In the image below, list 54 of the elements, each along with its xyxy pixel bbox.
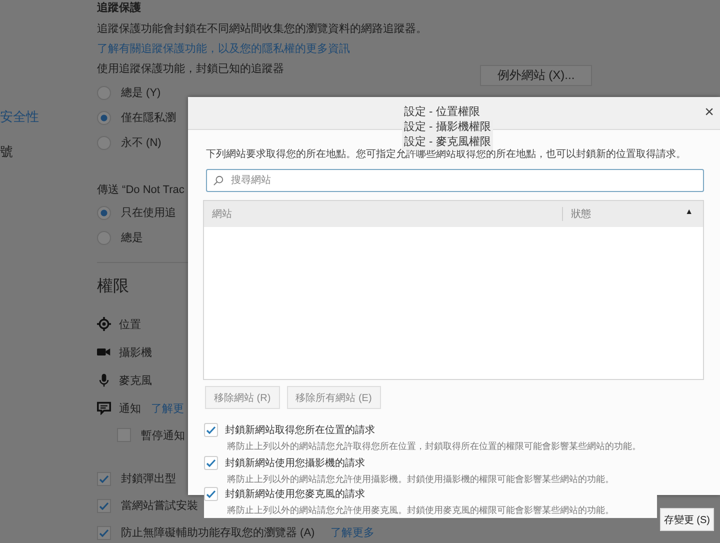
chat-bubble-icon [97,401,111,415]
permission-label: 通知 [119,402,141,416]
checkbox-label: 封鎖彈出型 [121,472,176,486]
radio-label: 總是 [121,231,143,245]
checkbox-label: 暫停通知 [141,428,185,442]
dialog-title: 設定 - 麥克風權限 [402,135,493,150]
radio-label: 僅在隱私瀏 [121,111,176,125]
section-heading: 追蹤保護 [97,0,141,16]
remove-button[interactable]: 移除網站 (R) [205,386,280,409]
learn-more-link[interactable]: 了解有關追蹤保護功能，以及您的隱私權的更多資訊 [97,43,350,55]
location-icon [97,317,111,331]
radio-button[interactable] [97,110,111,124]
search-field[interactable]: 搜尋網站 [206,169,704,192]
option-note: 將防止上列以外的網站請您允許使用麥克風。封鎖使用麥克風的權限可能會影響某些網站的功能。 [226,504,615,517]
checkbox[interactable] [97,526,111,540]
checkbox-label: 封鎖新網站取得您所在位置的請求 [225,424,375,436]
prompt-text: 使用追蹤保護功能，封鎖已知的追蹤器 [97,62,284,76]
sidebar-item[interactable]: 號 [0,143,97,161]
save-button[interactable]: 存變更 (S) [660,508,714,531]
sort-arrow[interactable]: ▲ [685,207,693,221]
permission-label: 位置 [119,318,141,332]
learn-more-link[interactable]: 了解更多 [330,525,375,540]
option-note: 將防止上列以外的網站請您允許取得您所在位置，封鎖取得所在位置的權限可能會影響某些網站的功能。 [226,440,641,453]
radio-label: 總是 (Y) [121,86,161,100]
search-icon [213,175,224,186]
section-heading: 傳送 “Do Not Trac [97,183,184,198]
description-text: 追蹤保護功能會封鎖在不同網站間收集您的瀏覽資料的網路追蹤器。 [97,22,427,36]
checkbox[interactable] [117,428,131,442]
dialog-title: 設定 - 位置權限 [403,105,481,120]
checkbox-label: 封鎖新網站使用您攝影機的請求 [225,456,365,470]
learn-more-link[interactable]: 了解更 [151,400,184,416]
radio-button[interactable] [97,230,111,244]
permission-label: 攝影機 [119,346,152,360]
option-note: 將防止上列以外的網站請您允許使用攝影機。封鎖使用攝影機的權限可能會影響某些網站的功能。 [226,473,614,486]
radio-button[interactable] [97,86,111,100]
microphone-icon [97,373,111,387]
radio-label: 永不 (N) [121,136,162,150]
dialog-title: 設定 - 攝影機權限 [402,120,493,135]
checkbox[interactable] [97,498,111,512]
radio-label: 只在使用追 [121,206,176,220]
radio-button[interactable] [97,136,111,150]
column-header[interactable]: 狀態 ▲ [562,207,703,221]
checkbox-label: 當網站嘗試安裝 [121,498,198,513]
checkbox-label: 防止無障礙輔助功能存取您的瀏覽器 (A) [121,526,315,540]
sidebar-item[interactable]: 安全性 [0,108,97,126]
section-heading: 權限 [97,277,129,297]
checkbox[interactable] [97,472,111,486]
checkbox-label: 封鎖新網站使用您麥克風的請求 [225,488,365,500]
remove-button[interactable]: 移除所有網站 (E) [286,386,381,409]
radio-button[interactable] [97,206,111,220]
permission-label: 麥克風 [119,374,152,388]
exceptions-button[interactable]: 例外網站 (X)... [480,64,592,86]
close-button[interactable]: × [702,105,716,121]
column-header[interactable]: 網站 [204,207,562,221]
